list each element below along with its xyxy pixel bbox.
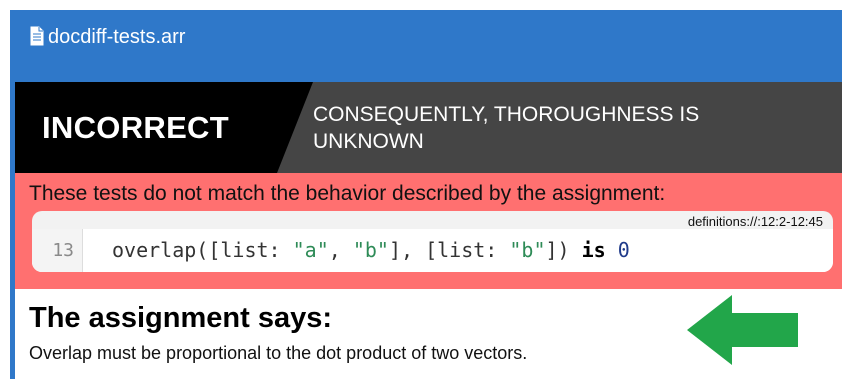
document-icon [30, 26, 44, 46]
code-token: , [328, 238, 353, 262]
code-string: "b" [352, 238, 389, 262]
file-name[interactable]: docdiff-tests.arr [48, 25, 185, 49]
error-message: These tests do not match the behavior de… [29, 182, 666, 205]
code-line[interactable]: 13 overlap([list: "a", "b"], [list: "b"]… [32, 229, 833, 272]
code-token: overlap([list: [112, 238, 293, 262]
code-string: "a" [292, 238, 329, 262]
code-token: ], [list: [388, 238, 510, 262]
mismatch-error-box: These tests do not match the behavior de… [15, 173, 842, 289]
assignment-title: The assignment says: [29, 302, 332, 334]
verdict-label: INCORRECT [42, 110, 229, 145]
code-snippet: definitions://:12:2-12:45 13 overlap([li… [32, 211, 833, 272]
assignment-text: Overlap must be proportional to the dot … [29, 343, 528, 363]
code-keyword: is [581, 238, 606, 262]
line-number: 13 [52, 240, 74, 261]
code-string: "b" [509, 238, 546, 262]
file-header[interactable]: docdiff-tests.arr [10, 10, 842, 66]
code-token: ]) [545, 238, 582, 262]
verdict-banner: INCORRECT CONSEQUENTLY, THOROUGHNESS IS … [15, 82, 842, 173]
verdict-subtitle: CONSEQUENTLY, THOROUGHNESS IS UNKNOWN [313, 103, 700, 153]
line-gutter: 13 [32, 229, 83, 272]
left-arrow-icon [687, 295, 798, 365]
source-location-link[interactable]: definitions://:12:2-12:45 [688, 214, 823, 229]
code-text[interactable]: overlap([list: "a", "b"], [list: "b"]) i… [112, 238, 630, 262]
code-number: 0 [617, 238, 630, 262]
